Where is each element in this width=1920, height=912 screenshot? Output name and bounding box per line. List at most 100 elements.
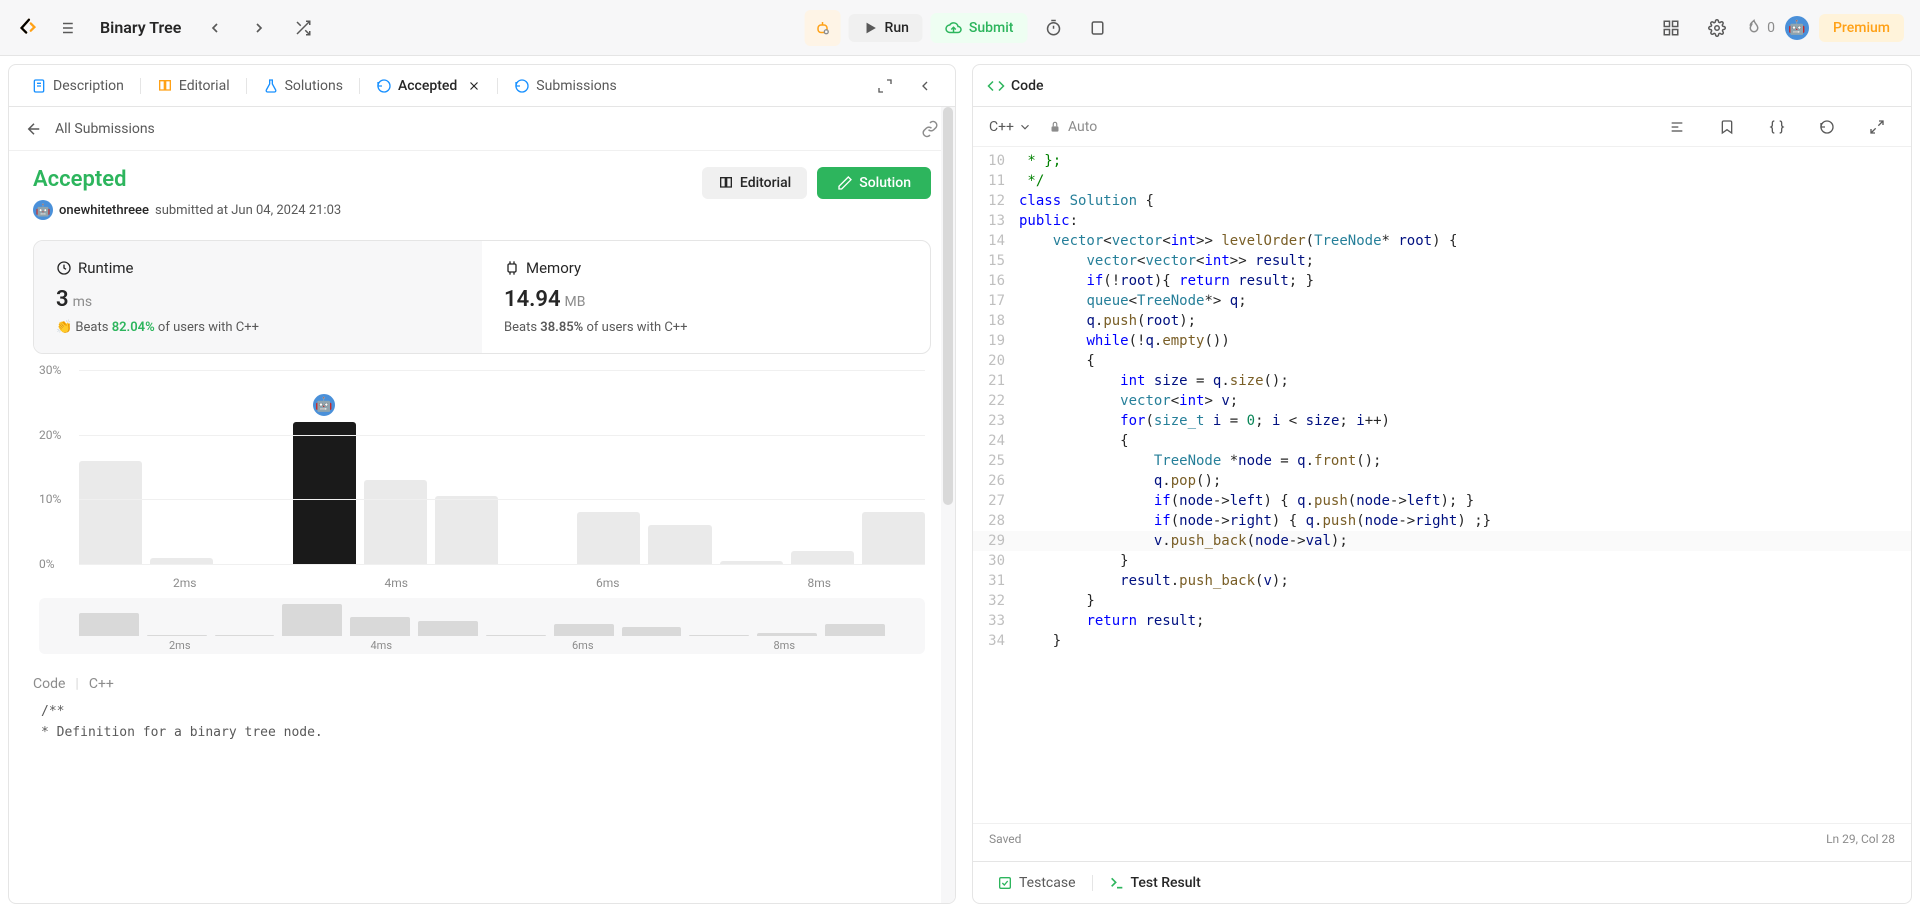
code-line[interactable]: 14 vector<vector<int>> levelOrder(TreeNo… — [973, 231, 1911, 251]
editorial-button[interactable]: Editorial — [702, 167, 807, 199]
maximize-icon[interactable] — [867, 68, 903, 104]
code-line[interactable]: 27 if(node->left) { q.push(node->left); … — [973, 491, 1911, 511]
code-line[interactable]: 34 } — [973, 631, 1911, 651]
memory-card[interactable]: Memory 14.94MB Beats 38.85% of users wit… — [482, 241, 930, 353]
tab-description-label: Description — [53, 78, 124, 94]
share-icon[interactable] — [921, 120, 939, 138]
solution-button-label: Solution — [859, 175, 911, 191]
code-line[interactable]: 31 result.push_back(v); — [973, 571, 1911, 591]
code-line[interactable]: 26 q.pop(); — [973, 471, 1911, 491]
code-line[interactable]: 30 } — [973, 551, 1911, 571]
subbar: All Submissions — [9, 107, 955, 151]
lock-icon — [1048, 120, 1062, 134]
code-line[interactable]: 32 } — [973, 591, 1911, 611]
shuffle-icon[interactable] — [285, 10, 321, 46]
tab-submissions-label: Submissions — [536, 78, 616, 94]
code-line[interactable]: 16 if(!root){ return result; } — [973, 271, 1911, 291]
chart-bar[interactable]: 🤖 — [293, 422, 356, 564]
reset-icon[interactable] — [1809, 109, 1845, 145]
code-line[interactable]: 25 TreeNode *node = q.front(); — [973, 451, 1911, 471]
code-line[interactable]: 10 * }; — [973, 151, 1911, 171]
scrollbar[interactable] — [941, 107, 955, 903]
runtime-card[interactable]: Runtime 3ms 👏 Beats 82.04% of users with… — [34, 241, 482, 353]
code-line[interactable]: 13public: — [973, 211, 1911, 231]
main: Description Editorial Solutions Accepted — [0, 56, 1920, 912]
code-line[interactable]: 28 if(node->right) { q.push(node->right)… — [973, 511, 1911, 531]
cloud-upload-icon — [945, 19, 963, 37]
description-icon — [31, 78, 47, 94]
code-line[interactable]: 24 { — [973, 431, 1911, 451]
streak[interactable]: 0 — [1745, 19, 1775, 37]
collapse-left-icon[interactable] — [907, 68, 943, 104]
line-number: 17 — [973, 291, 1019, 311]
code-line[interactable]: 15 vector<vector<int>> result; — [973, 251, 1911, 271]
history-icon — [514, 78, 530, 94]
back-arrow-icon[interactable] — [25, 120, 43, 138]
code-editor[interactable]: 10 * };11 */12class Solution {13public:1… — [973, 147, 1911, 823]
problem-title[interactable]: Binary Tree — [100, 18, 181, 37]
user-avatar[interactable]: 🤖 — [1785, 16, 1809, 40]
chart-xlabel: 2ms — [173, 576, 196, 590]
tab-description[interactable]: Description — [21, 72, 134, 100]
flame-icon — [1745, 19, 1763, 37]
code-line[interactable]: 11 */ — [973, 171, 1911, 191]
auto-label[interactable]: Auto — [1048, 119, 1097, 135]
code-line[interactable]: 12class Solution { — [973, 191, 1911, 211]
code-line[interactable]: 17 queue<TreeNode*> q; — [973, 291, 1911, 311]
tab-accepted[interactable]: Accepted — [366, 72, 491, 100]
minimap-bar — [622, 627, 682, 636]
run-button[interactable]: Run — [849, 14, 923, 42]
code-line[interactable]: 33 return result; — [973, 611, 1911, 631]
chart-bar[interactable] — [577, 512, 640, 564]
close-icon[interactable] — [467, 79, 481, 93]
solution-button[interactable]: Solution — [817, 167, 931, 199]
line-number: 22 — [973, 391, 1019, 411]
chart-bars: 🤖 — [79, 370, 925, 564]
chart-bar[interactable] — [862, 512, 925, 564]
submit-button[interactable]: Submit — [931, 13, 1028, 43]
layout-icon[interactable] — [1653, 10, 1689, 46]
bookmark-icon[interactable] — [1709, 109, 1745, 145]
leetcode-logo[interactable] — [16, 16, 40, 40]
username[interactable]: onewhitethreee — [59, 203, 149, 218]
notes-icon[interactable] — [1079, 10, 1115, 46]
debug-button[interactable] — [805, 10, 841, 46]
braces-icon[interactable] — [1759, 109, 1795, 145]
next-problem-icon[interactable] — [241, 10, 277, 46]
tab-testcase[interactable]: Testcase — [987, 869, 1086, 897]
code-line[interactable]: 18 q.push(root); — [973, 311, 1911, 331]
settings-icon[interactable] — [1699, 10, 1735, 46]
code-line[interactable]: 20 { — [973, 351, 1911, 371]
timer-icon[interactable] — [1035, 10, 1071, 46]
all-submissions-link[interactable]: All Submissions — [55, 121, 155, 137]
premium-button[interactable]: Premium — [1819, 14, 1904, 42]
problem-list-icon[interactable] — [48, 10, 84, 46]
tab-submissions[interactable]: Submissions — [504, 72, 626, 100]
prev-problem-icon[interactable] — [197, 10, 233, 46]
code-line[interactable]: 22 vector<int> v; — [973, 391, 1911, 411]
line-number: 33 — [973, 611, 1019, 631]
code-line[interactable]: 19 while(!q.empty()) — [973, 331, 1911, 351]
code-line[interactable]: 29 v.push_back(node->val); — [973, 531, 1911, 551]
tab-separator — [246, 78, 247, 94]
language-select[interactable]: C++ — [989, 119, 1032, 135]
tab-accepted-label: Accepted — [398, 78, 457, 94]
tab-editorial[interactable]: Editorial — [147, 72, 240, 100]
chart-bar[interactable] — [79, 461, 142, 564]
chart-bar[interactable] — [435, 496, 498, 564]
tab-test-result[interactable]: Test Result — [1099, 869, 1211, 897]
chart-minimap[interactable]: 2ms4ms6ms8ms — [39, 598, 925, 654]
chart-bar[interactable] — [364, 480, 427, 564]
accepted-meta: 🤖 onewhitethreee submitted at Jun 04, 20… — [33, 200, 341, 220]
line-number: 16 — [973, 271, 1019, 291]
format-icon[interactable] — [1659, 109, 1695, 145]
tab-solutions[interactable]: Solutions — [253, 72, 353, 100]
fullscreen-icon[interactable] — [1859, 109, 1895, 145]
minimap-bar — [418, 621, 478, 636]
check-square-icon — [997, 875, 1013, 891]
minimap-bar — [757, 633, 817, 636]
code-line[interactable]: 21 int size = q.size(); — [973, 371, 1911, 391]
code-line[interactable]: 23 for(size_t i = 0; i < size; i++) — [973, 411, 1911, 431]
chart-bar[interactable] — [791, 551, 854, 564]
chart-bar[interactable] — [648, 525, 711, 564]
